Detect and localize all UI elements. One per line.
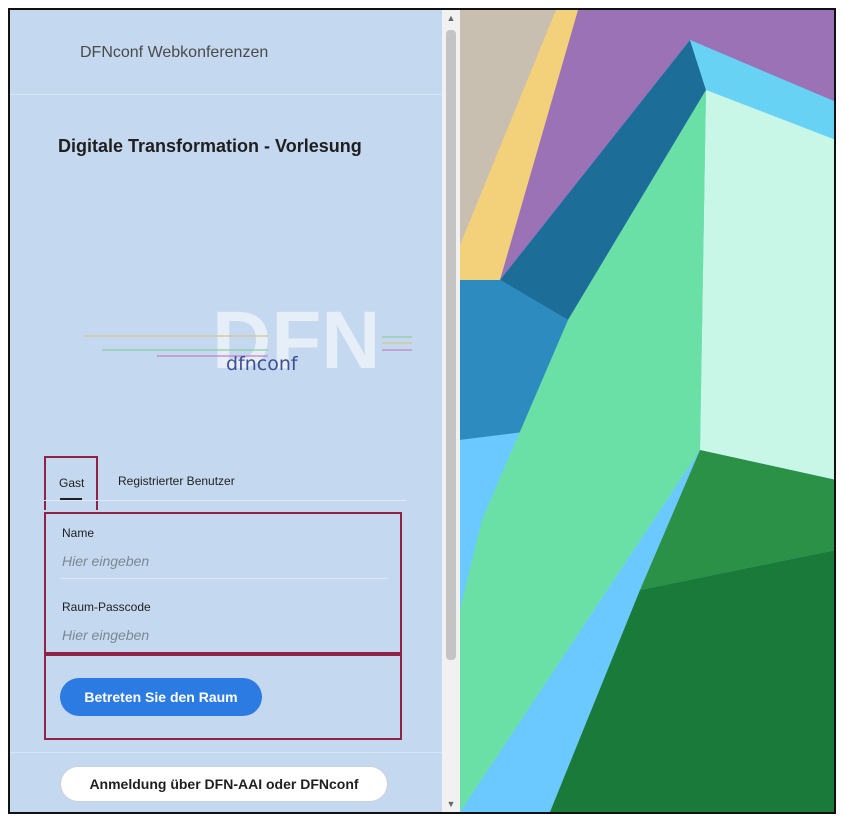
header-divider [10,94,442,95]
field-divider [60,578,388,579]
name-label: Name [62,526,95,540]
app-title: DFNconf Webkonferenzen [80,44,269,61]
room-passcode-input[interactable] [62,624,382,646]
enter-room-area: Betreten Sie den Raum [44,654,402,740]
room-passcode-label: Raum-Passcode [62,600,151,614]
login-panel: DFNconf Webkonferenzen Digitale Transfor… [10,10,442,812]
scroll-down-arrow-icon[interactable]: ▼ [442,796,460,812]
login-window: DFNconf Webkonferenzen Digitale Transfor… [8,8,836,814]
dfnconf-logo-text: dfnconf [226,353,299,375]
tab-guest[interactable]: Gast [44,456,98,510]
tab-guest-label: Gast [59,476,85,490]
footer-divider [10,752,442,753]
name-input[interactable] [62,550,382,572]
scrollbar-thumb[interactable] [446,30,456,660]
abstract-background-art [460,10,834,812]
meeting-title: Digitale Transformation - Vorlesung [58,136,362,156]
dfn-aai-login-button[interactable]: Anmeldung über DFN-AAI oder DFNconf [60,766,388,802]
scroll-up-arrow-icon[interactable]: ▲ [442,10,460,26]
guest-login-form: Name Raum-Passcode [44,512,402,654]
login-tabs: Gast Registrierter Benutzer [44,456,406,510]
enter-room-button[interactable]: Betreten Sie den Raum [60,678,262,716]
vertical-scrollbar[interactable]: ▲ ▼ [442,10,460,812]
dfn-logo: DFN dfnconf [84,295,412,380]
tab-registered-user[interactable]: Registrierter Benutzer [118,474,235,488]
tabs-divider [44,500,406,501]
